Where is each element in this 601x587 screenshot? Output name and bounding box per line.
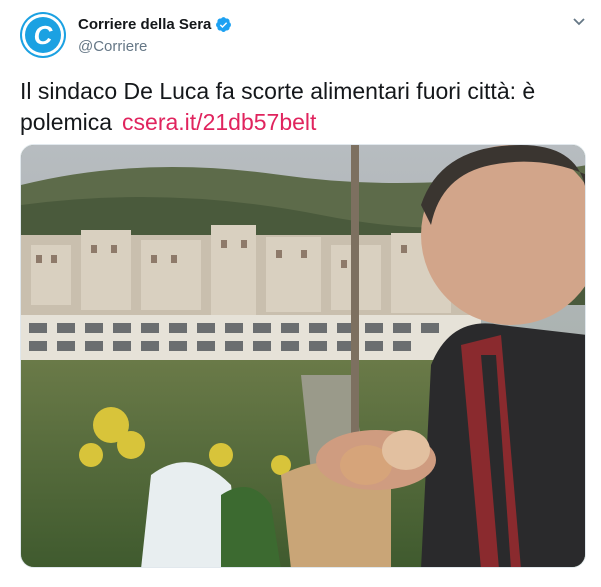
tweet-photo[interactable] (20, 144, 586, 568)
author-block: Corriere della Sera @Corriere (78, 14, 232, 55)
author-name[interactable]: Corriere della Sera (78, 16, 211, 33)
tweet-link[interactable]: csera.it/21db57belt (122, 109, 316, 135)
corriere-logo-icon: C (22, 14, 64, 56)
verified-badge-icon (215, 16, 232, 33)
svg-text:C: C (34, 20, 54, 50)
tweet-text: Il sindaco De Luca fa scorte alimentari … (20, 76, 580, 138)
chevron-down-icon[interactable] (571, 14, 587, 30)
tweet-card: C Corriere della Sera @Corriere Il sinda… (0, 0, 601, 587)
author-avatar[interactable]: C (20, 12, 66, 58)
author-handle[interactable]: @Corriere (78, 38, 232, 55)
photo-man-holding-eggs (21, 145, 585, 567)
